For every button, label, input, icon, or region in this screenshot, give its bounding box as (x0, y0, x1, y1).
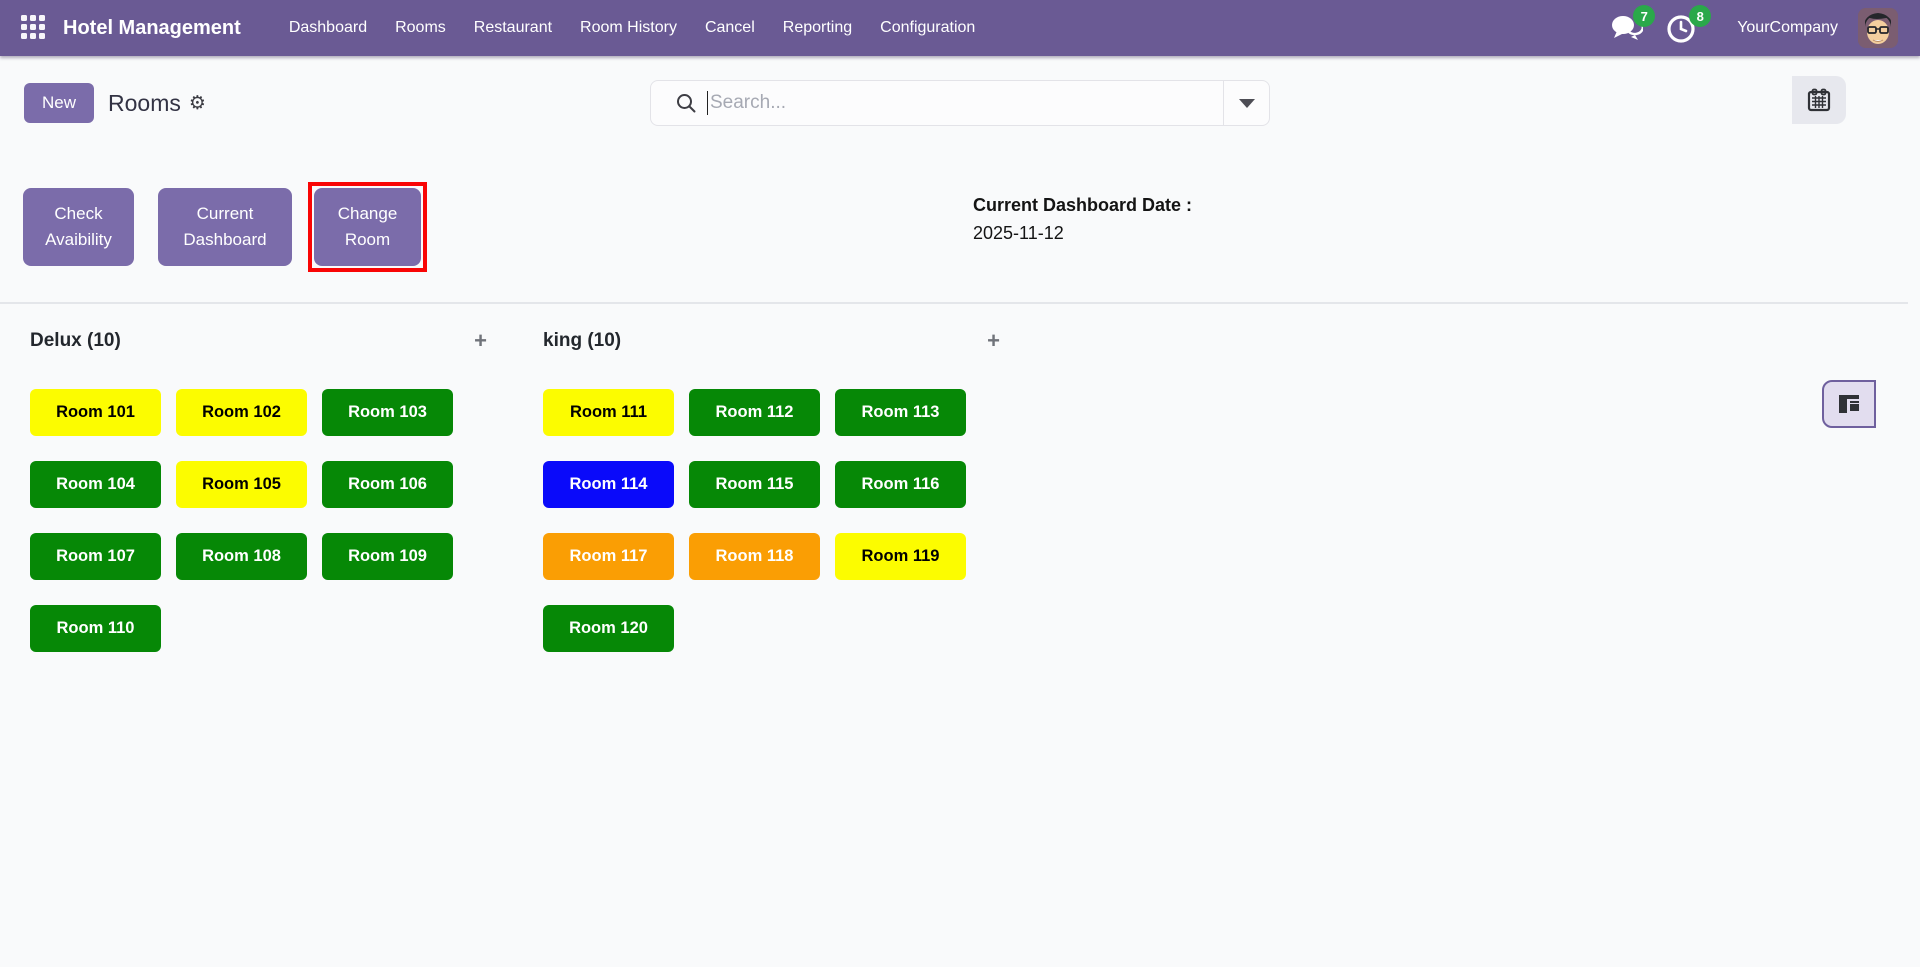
room-card[interactable]: Room 112 (689, 389, 820, 436)
user-avatar[interactable] (1858, 8, 1898, 48)
kanban-column: Delux (10) + Room 101 Room 102 Room 103 Room … (30, 304, 492, 652)
calendar-view-button[interactable] (1792, 76, 1846, 124)
breadcrumb: Rooms (108, 89, 181, 116)
room-card[interactable]: Room 120 (543, 605, 674, 652)
room-grid: Room 111 Room 112 Room 113 Room 114 Room 115… (543, 389, 1005, 652)
messages-button[interactable]: 7 (1609, 5, 1656, 45)
room-card[interactable]: Room 118 (689, 533, 820, 580)
dashboard-date: Current Dashboard Date : 2025-11-12 (973, 192, 1192, 248)
kanban-column-title: king (10) (543, 330, 622, 351)
change-room-button[interactable]: Change Room (314, 188, 421, 266)
nav-item-restaurant[interactable]: Restaurant (460, 11, 566, 45)
activities-count-badge: 8 (1689, 5, 1712, 27)
nav-item-room-history[interactable]: Room History (566, 11, 691, 45)
search-icon (675, 92, 697, 114)
nav-item-cancel[interactable]: Cancel (691, 11, 769, 45)
nav-item-rooms[interactable]: Rooms (381, 11, 460, 45)
room-card[interactable]: Room 114 (543, 461, 674, 508)
room-card[interactable]: Room 115 (689, 461, 820, 508)
navbar-right: 7 8 YourCompany (1609, 5, 1920, 48)
room-card[interactable]: Room 103 (322, 389, 453, 436)
room-card[interactable]: Room 116 (835, 461, 966, 508)
change-room-highlight-box: Change Room (308, 182, 427, 272)
activities-button[interactable]: 8 (1665, 5, 1712, 45)
room-card[interactable]: Room 105 (176, 461, 307, 508)
main-menu: Dashboard Rooms Restaurant Room History Canc… (275, 11, 990, 45)
room-grid: Room 101 Room 102 Room 103 Room 104 Room 105… (30, 389, 492, 652)
room-card[interactable]: Room 119 (835, 533, 966, 580)
dashboard-actions: Check Avaibility Current Dashboard Chang… (23, 182, 427, 272)
kanban-column-title: Delux (10) (30, 330, 121, 351)
chevron-down-icon (1238, 98, 1255, 108)
add-record-icon[interactable]: + (474, 330, 487, 352)
kanban-view-icon (1839, 395, 1859, 413)
nav-item-dashboard[interactable]: Dashboard (275, 11, 381, 45)
kanban-column-header: king (10) + (543, 328, 1005, 354)
gear-icon[interactable]: ⚙ (189, 93, 206, 113)
room-card[interactable]: Room 108 (176, 533, 307, 580)
room-card[interactable]: Room 107 (30, 533, 161, 580)
dashboard-date-label: Current Dashboard Date : (973, 195, 1193, 215)
kanban-view-button[interactable] (1822, 380, 1876, 428)
room-card[interactable]: Room 117 (543, 533, 674, 580)
kanban-column-header: Delux (10) + (30, 328, 492, 354)
add-record-icon[interactable]: + (987, 330, 1000, 352)
dashboard-date-value: 2025-11-12 (973, 222, 1064, 243)
room-card[interactable]: Room 106 (322, 461, 453, 508)
nav-item-configuration[interactable]: Configuration (866, 11, 989, 45)
room-card[interactable]: Room 104 (30, 461, 161, 508)
app-title: Hotel Management (63, 16, 241, 39)
room-card[interactable]: Room 113 (835, 389, 966, 436)
nav-item-reporting[interactable]: Reporting (769, 11, 866, 45)
room-card[interactable]: Room 110 (30, 605, 161, 652)
search-input[interactable] (708, 92, 1223, 114)
rooms-kanban: Delux (10) + Room 101 Room 102 Room 103 Room … (30, 304, 1056, 652)
avatar-image (1858, 8, 1898, 48)
new-button[interactable]: New (24, 83, 95, 123)
search-dropdown-toggle[interactable] (1223, 81, 1269, 125)
apps-grid-icon[interactable] (21, 15, 47, 41)
kanban-column: king (10) + Room 111 Room 112 Room 113 Room 1… (543, 304, 1005, 652)
view-switcher (1792, 76, 1876, 428)
room-card[interactable]: Room 111 (543, 389, 674, 436)
check-availability-button[interactable]: Check Avaibility (23, 188, 134, 266)
calendar-view-icon (1807, 88, 1831, 112)
room-card[interactable]: Room 102 (176, 389, 307, 436)
room-card[interactable]: Room 109 (322, 533, 453, 580)
current-dashboard-button[interactable]: Current Dashboard (158, 188, 292, 266)
company-switcher[interactable]: YourCompany (1737, 19, 1838, 37)
control-panel: New Rooms ⚙ (0, 56, 1920, 428)
messages-count-badge: 7 (1633, 5, 1656, 27)
search-bar (650, 80, 1270, 126)
room-card[interactable]: Room 101 (30, 389, 161, 436)
top-navbar: Hotel Management Dashboard Rooms Restauran… (0, 0, 1920, 56)
